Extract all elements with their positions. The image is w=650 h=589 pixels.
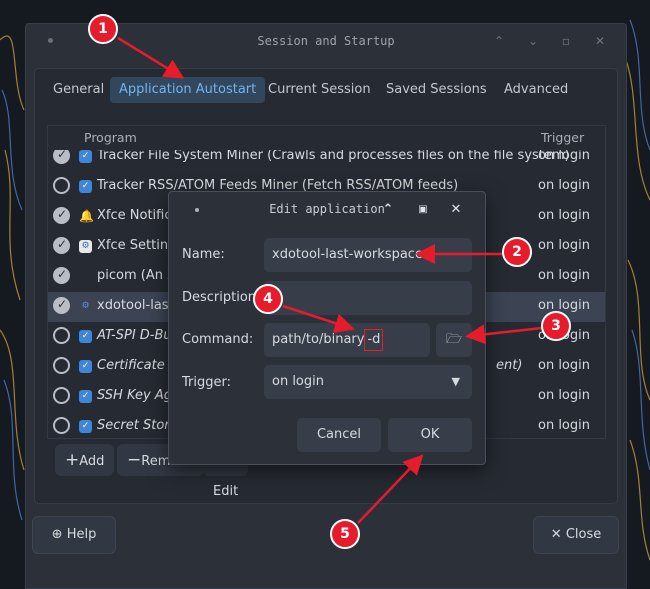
help-icon: ⊕ xyxy=(51,527,63,542)
tab-current-session[interactable]: Current Session xyxy=(259,77,380,103)
enabled-checkbox[interactable] xyxy=(53,177,70,194)
app-icon: ✓ xyxy=(79,390,92,403)
callout-badge-1: 1 xyxy=(88,14,118,44)
trigger-value: on login xyxy=(538,150,590,163)
add-label: Add xyxy=(79,454,105,469)
trigger-selected: on login xyxy=(272,374,324,389)
tab-general[interactable]: General xyxy=(44,77,113,103)
command-flag-highlight: -d xyxy=(364,329,384,351)
enabled-checkbox[interactable] xyxy=(53,417,70,434)
tab-advanced[interactable]: Advanced xyxy=(495,77,577,103)
app-icon: ✓ xyxy=(79,420,92,433)
enabled-checkbox[interactable] xyxy=(53,267,70,284)
enabled-checkbox[interactable] xyxy=(53,357,70,374)
program-name: SSH Key Ag xyxy=(97,388,172,403)
program-name: Secret Stora xyxy=(97,418,178,433)
tab-saved-sessions[interactable]: Saved Sessions xyxy=(377,77,496,103)
app-icon: ✓ xyxy=(79,360,92,373)
trigger-value: on login xyxy=(538,268,590,283)
gear-icon: ⚙ xyxy=(81,301,90,311)
command-field[interactable]: path/to/binary -d xyxy=(264,323,430,357)
app-icon: ✓ xyxy=(79,150,92,163)
column-program[interactable]: Program xyxy=(84,130,137,145)
edit-application-dialog: Edit application ⌃ ▣ ✕ Name: xdotool-las… xyxy=(168,191,486,465)
trigger-value: on login xyxy=(538,388,590,403)
callout-badge-5: 5 xyxy=(330,519,360,549)
close-window-icon[interactable]: ✕ xyxy=(592,33,608,49)
description-field[interactable] xyxy=(264,281,472,315)
trigger-value: on login xyxy=(538,298,590,313)
program-name: Xfce Setting xyxy=(97,238,177,253)
trigger-value: on login xyxy=(538,178,590,193)
app-icon: ✓ xyxy=(79,180,92,193)
enabled-checkbox[interactable] xyxy=(53,237,70,254)
program-name: AT-SPI D-Bu xyxy=(97,328,172,343)
enabled-checkbox[interactable] xyxy=(53,150,70,164)
enabled-checkbox[interactable] xyxy=(53,207,70,224)
name-field[interactable]: xdotool-last-workspace xyxy=(264,238,472,272)
trigger-value: on login xyxy=(538,418,590,433)
trigger-value: on login xyxy=(538,358,590,373)
enabled-checkbox[interactable] xyxy=(53,327,70,344)
cancel-button[interactable]: Cancel xyxy=(297,418,381,452)
folder-open-icon: 🗁 xyxy=(445,332,463,347)
close-label: Close xyxy=(565,527,602,542)
help-label: Help xyxy=(66,527,97,542)
program-name-tail: ent) xyxy=(496,358,523,373)
ok-button[interactable]: OK xyxy=(388,418,472,452)
minimize-icon[interactable]: ⌄ xyxy=(525,33,541,49)
callout-badge-4: 4 xyxy=(253,284,283,314)
dialog-title: Edit application xyxy=(269,202,385,216)
minus-icon: − xyxy=(127,450,142,470)
shade-icon[interactable]: ⌃ xyxy=(380,202,396,218)
dropdown-arrow-icon: ▼ xyxy=(451,375,460,388)
callout-badge-2: 2 xyxy=(502,237,532,267)
name-label: Name: xyxy=(182,247,225,262)
column-trigger[interactable]: Trigger xyxy=(541,130,584,145)
tab-application-autostart[interactable]: Application Autostart xyxy=(110,77,266,103)
program-name: Tracker File System Miner (Crawls and pr… xyxy=(97,150,570,163)
tab-bar: General Application Autostart Current Se… xyxy=(35,69,617,109)
description-label: Description: xyxy=(182,290,261,305)
shade-icon[interactable]: ⌃ xyxy=(491,33,507,49)
command-label: Command: xyxy=(182,332,254,347)
app-icon: ✓ xyxy=(79,330,92,343)
close-icon: ✕ xyxy=(550,527,562,542)
callout-badge-3: 3 xyxy=(541,311,571,341)
settings-icon: ⚙ xyxy=(79,240,92,253)
browse-button[interactable]: 🗁 xyxy=(436,323,472,357)
plus-icon: + xyxy=(65,450,80,470)
trigger-label: Trigger: xyxy=(182,375,231,390)
dialog-close-icon[interactable]: ✕ xyxy=(448,202,464,218)
enabled-checkbox[interactable] xyxy=(53,297,70,314)
program-name: Certificate a xyxy=(97,358,177,373)
list-header: Program Trigger xyxy=(48,126,605,150)
close-button[interactable]: ✕ Close xyxy=(533,516,619,554)
edit-label: Edit xyxy=(213,484,239,499)
maximize-icon[interactable]: ▫ xyxy=(558,33,574,49)
list-item[interactable]: ✓ Tracker File System Miner (Crawls and … xyxy=(48,150,605,172)
command-path: path/to/binary xyxy=(272,332,365,347)
enabled-checkbox[interactable] xyxy=(53,387,70,404)
trigger-value: on login xyxy=(538,208,590,223)
add-button[interactable]: +Add xyxy=(55,444,115,476)
program-name: picom (An X xyxy=(97,268,177,283)
bell-icon: 🔔 xyxy=(79,209,94,223)
trigger-value: on login xyxy=(538,238,590,253)
help-button[interactable]: ⊕ Help xyxy=(32,516,116,554)
maximize-icon[interactable]: ▣ xyxy=(415,202,431,218)
trigger-select[interactable]: on login ▼ xyxy=(264,365,472,399)
